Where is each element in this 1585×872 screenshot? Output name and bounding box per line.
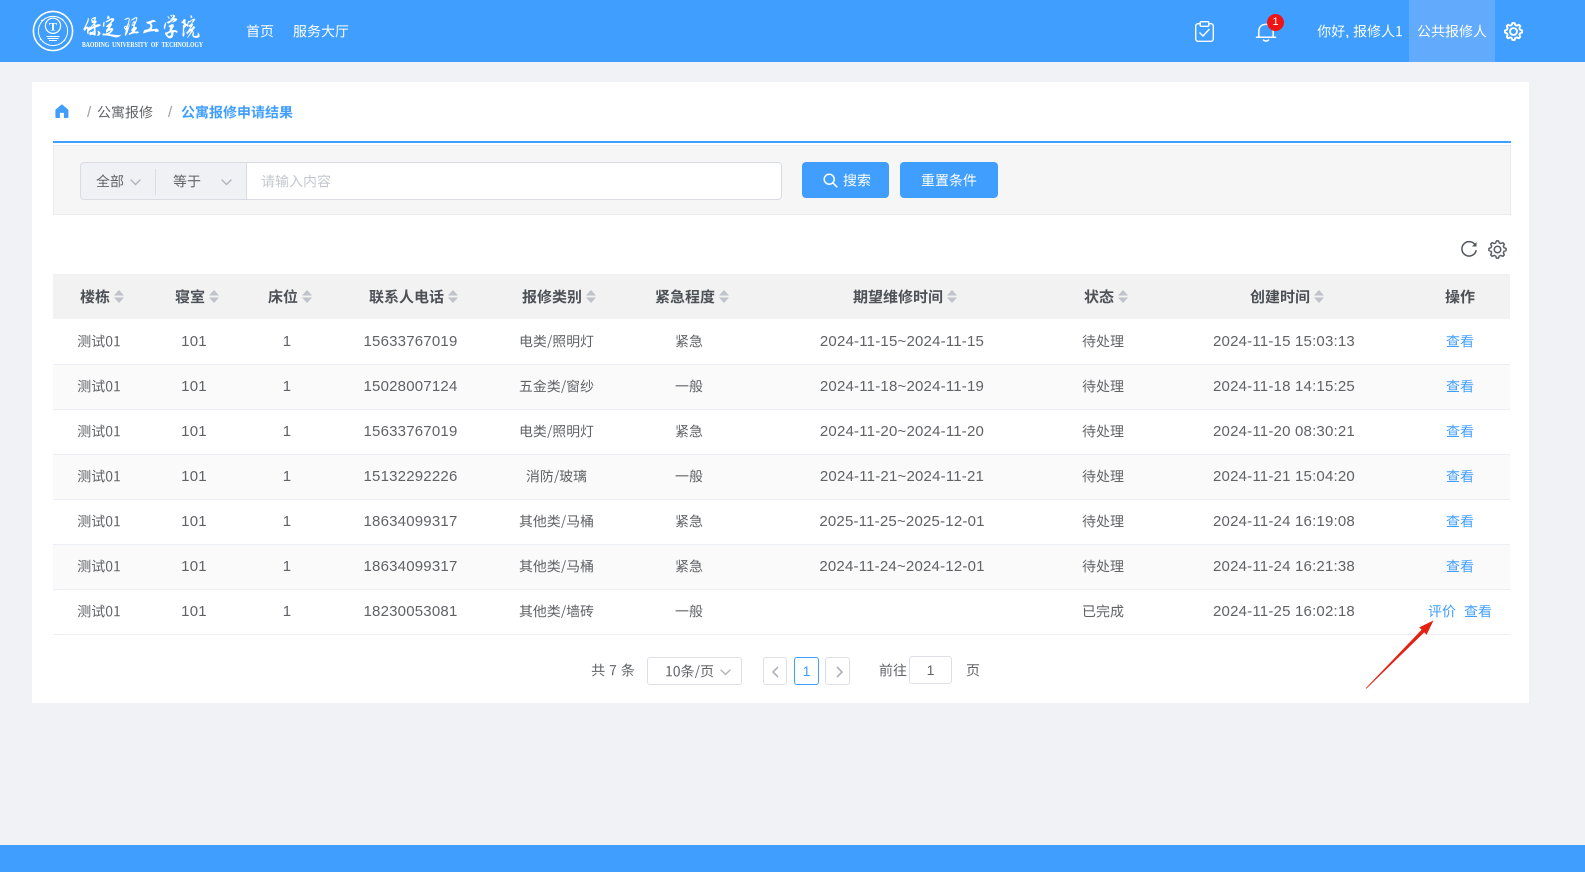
svg-text:T: T <box>49 20 57 34</box>
